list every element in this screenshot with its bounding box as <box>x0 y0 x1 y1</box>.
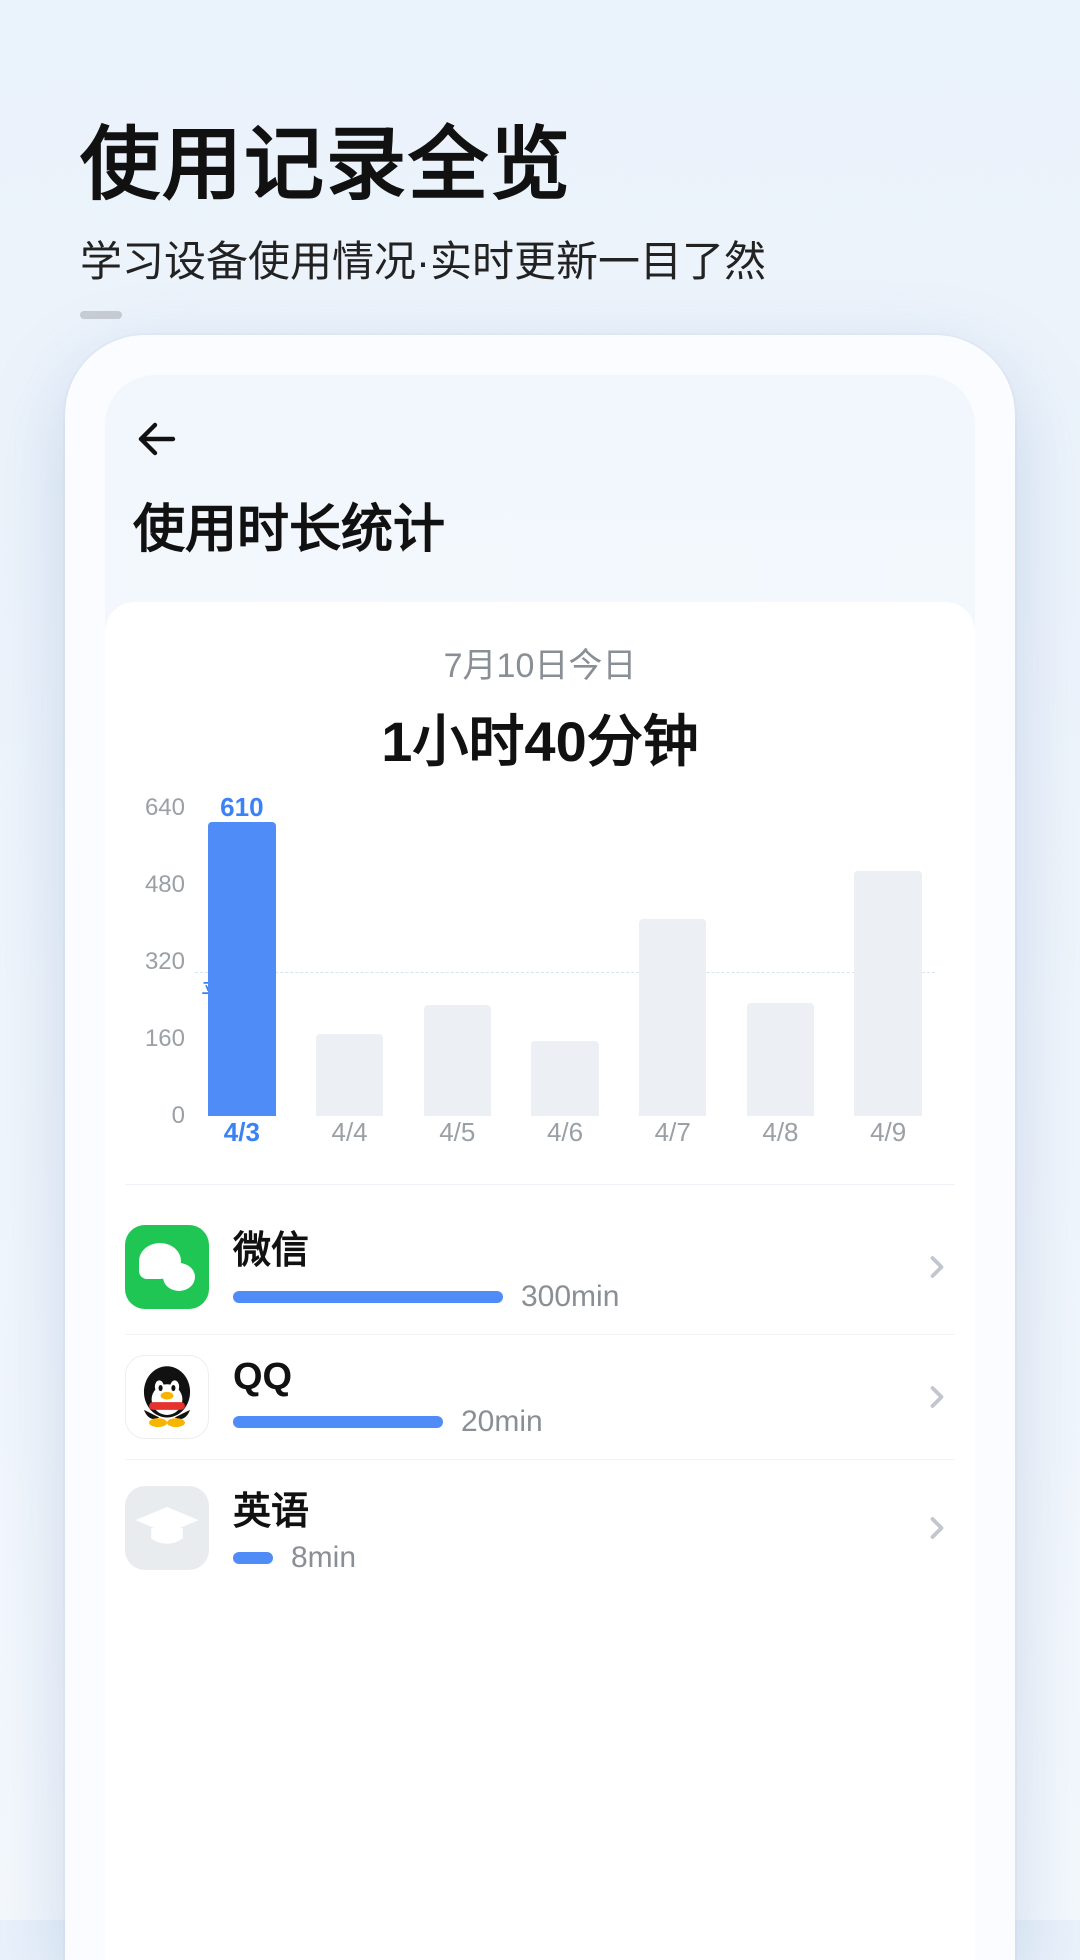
chart-bar[interactable] <box>303 808 397 1116</box>
app-usage-minutes: 20min <box>461 1405 543 1439</box>
divider <box>125 1184 955 1185</box>
x-axis-tick[interactable]: 4/7 <box>626 1117 720 1148</box>
app-usage-minutes: 8min <box>291 1541 356 1575</box>
app-usage-bar <box>233 1291 503 1303</box>
app-usage-row[interactable]: QQ 20min <box>125 1334 955 1459</box>
x-axis-tick[interactable]: 4/9 <box>841 1117 935 1148</box>
chart-bar[interactable] <box>518 808 612 1116</box>
chart-bar[interactable] <box>734 808 828 1116</box>
chevron-right-icon <box>919 1510 955 1546</box>
arrow-left-icon <box>133 415 181 463</box>
app-usage-bar <box>233 1416 443 1428</box>
chart-bar[interactable] <box>410 808 504 1116</box>
app-usage-list: 微信 300min QQ 20min 英语 8min <box>125 1199 955 1595</box>
row-chevron <box>919 1510 955 1546</box>
study-app-icon <box>125 1486 209 1570</box>
card-date-label: 7月10日今日 <box>125 638 955 687</box>
chart-bar[interactable]: 610 <box>195 808 289 1116</box>
app-usage-bar <box>233 1552 273 1564</box>
chart-bar[interactable] <box>626 808 720 1116</box>
y-axis-tick: 320 <box>125 948 185 976</box>
app-name-label: 微信 <box>233 1219 895 1274</box>
device-frame: 使用时长统计 7月10日今日 1小时40分钟 0160320480640平均61… <box>65 335 1015 1960</box>
decorative-dash <box>80 311 122 319</box>
usage-bar-chart[interactable]: 0160320480640平均6104/34/44/54/64/74/84/9 <box>125 808 955 1148</box>
chart-bar[interactable] <box>841 808 935 1116</box>
promo-title: 使用记录全览 <box>80 100 1000 216</box>
y-axis-tick: 0 <box>125 1102 185 1130</box>
qq-app-icon <box>125 1355 209 1439</box>
row-chevron <box>919 1379 955 1415</box>
x-axis-tick[interactable]: 4/5 <box>410 1117 504 1148</box>
qq-icon <box>126 1356 208 1438</box>
app-name-label: 英语 <box>233 1480 895 1535</box>
stats-card: 7月10日今日 1小时40分钟 0160320480640平均6104/34/4… <box>105 602 975 1960</box>
back-button[interactable] <box>133 415 181 463</box>
x-axis-tick[interactable]: 4/8 <box>734 1117 828 1148</box>
x-axis-tick[interactable]: 4/4 <box>303 1117 397 1148</box>
x-axis-tick[interactable]: 4/6 <box>518 1117 612 1148</box>
chevron-right-icon <box>919 1249 955 1285</box>
app-usage-row[interactable]: 微信 300min <box>125 1199 955 1334</box>
y-axis-tick: 640 <box>125 794 185 822</box>
promo-subtitle: 学习设备使用情况·实时更新一目了然 <box>80 228 1000 289</box>
chart-bar-value-label: 610 <box>220 792 263 823</box>
x-axis-tick[interactable]: 4/3 <box>195 1117 289 1148</box>
app-name-label: QQ <box>233 1356 895 1399</box>
row-chevron <box>919 1249 955 1285</box>
app-usage-row[interactable]: 英语 8min <box>125 1459 955 1595</box>
graduation-cap-icon <box>125 1486 209 1570</box>
y-axis-tick: 480 <box>125 871 185 899</box>
y-axis-tick: 160 <box>125 1025 185 1053</box>
page-title: 使用时长统计 <box>105 463 975 602</box>
wechat-app-icon <box>125 1225 209 1309</box>
app-usage-minutes: 300min <box>521 1280 619 1314</box>
card-total-duration: 1小时40分钟 <box>125 697 955 778</box>
chevron-right-icon <box>919 1379 955 1415</box>
